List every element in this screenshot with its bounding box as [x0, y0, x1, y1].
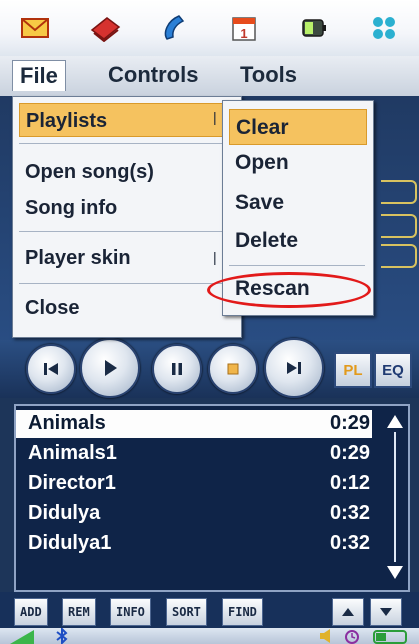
menu-item-label: Clear — [236, 116, 289, 139]
menu-item-label: Save — [235, 191, 285, 214]
menu-item-label: Open song(s) — [25, 161, 154, 183]
battery-icon[interactable] — [297, 11, 331, 45]
playlist-toggle-button[interactable]: PL — [334, 352, 372, 388]
track-duration: 0:32 — [329, 502, 370, 524]
menu-item-player-skin[interactable]: Player skin — [19, 241, 231, 275]
track-duration: 0:32 — [329, 532, 370, 554]
move-down-button[interactable] — [370, 598, 402, 626]
pause-icon — [172, 363, 182, 375]
playlist-row[interactable]: Animals1 0:29 — [16, 440, 372, 468]
bluetooth-icon — [56, 628, 68, 644]
envelope-icon[interactable] — [18, 11, 52, 45]
track-duration: 0:29 — [329, 412, 370, 434]
phone-icon[interactable] — [158, 11, 192, 45]
stop-icon — [227, 363, 239, 375]
playlist: Animals 0:29 Animals1 0:29 Director1 0:1… — [14, 404, 410, 592]
playlist-row[interactable]: Director1 0:12 — [16, 470, 372, 498]
menu-divider — [19, 143, 233, 144]
previous-icon — [44, 363, 58, 375]
submenu-item-delete[interactable]: Delete — [229, 223, 367, 259]
calendar-day-text: 1 — [241, 26, 248, 41]
submenu-arrow-icon: | — [213, 109, 217, 125]
track-name: Animals1 — [28, 442, 117, 464]
menu-bar: File Controls Tools — [0, 56, 419, 97]
add-button[interactable]: ADD — [14, 598, 48, 626]
menu-divider — [19, 283, 233, 284]
calendar-icon[interactable]: 1 — [227, 11, 261, 45]
track-duration: 0:29 — [329, 442, 370, 464]
book-icon[interactable] — [88, 11, 122, 45]
playlist-row[interactable]: Didulya 0:32 — [16, 500, 372, 528]
track-duration: 0:12 — [329, 472, 370, 494]
previous-track-button[interactable] — [26, 344, 76, 394]
menu-file[interactable]: File — [12, 60, 66, 91]
next-icon — [287, 362, 301, 374]
track-name: Animals — [28, 412, 106, 434]
panel-decoration — [381, 180, 417, 204]
menu-item-song-info[interactable]: Song info — [19, 191, 231, 225]
track-name: Didulya — [28, 502, 101, 524]
find-button[interactable]: FIND — [222, 598, 263, 626]
signal-strength-icon — [10, 630, 34, 644]
menu-item-label: Player skin — [25, 247, 131, 269]
menu-item-close[interactable]: Close — [19, 291, 231, 325]
file-menu-dropdown: Playlists | Open song(s) Song info Playe… — [12, 96, 242, 338]
remove-button[interactable]: REM — [62, 598, 96, 626]
menu-controls[interactable]: Controls — [108, 60, 198, 90]
track-name: Didulya1 — [28, 532, 112, 554]
battery-level-icon — [373, 630, 407, 644]
scroll-down-arrow-icon[interactable] — [384, 562, 406, 582]
submenu-item-open[interactable]: Open — [229, 145, 367, 181]
up-arrow-icon — [342, 608, 354, 616]
info-button[interactable]: INFO — [110, 598, 151, 626]
menu-item-label: Open — [235, 151, 289, 174]
track-name: Director1 — [28, 472, 116, 494]
menu-divider — [229, 265, 365, 266]
next-track-button[interactable] — [264, 338, 324, 398]
move-up-button[interactable] — [332, 598, 364, 626]
stop-button[interactable] — [208, 344, 258, 394]
panel-decoration — [381, 214, 417, 238]
submenu-arrow-icon: | — [213, 249, 217, 265]
playlist-row[interactable]: Animals 0:29 — [16, 410, 372, 438]
sort-button[interactable]: SORT — [166, 598, 207, 626]
menu-item-open-songs[interactable]: Open song(s) — [19, 155, 231, 189]
panel-decoration — [381, 244, 417, 268]
status-bar — [0, 628, 419, 644]
menu-item-label: Delete — [235, 229, 299, 252]
annotation-circle — [207, 272, 371, 308]
play-button[interactable] — [80, 338, 140, 398]
play-icon — [105, 360, 117, 376]
menu-tools[interactable]: Tools — [240, 60, 297, 90]
scroll-track[interactable] — [394, 432, 396, 562]
menu-item-label: Playlists — [26, 110, 108, 132]
volume-icon — [320, 629, 330, 643]
menu-item-label: Song info — [25, 197, 118, 219]
pause-button[interactable] — [152, 344, 202, 394]
apps-grid-icon[interactable] — [367, 11, 401, 45]
alarm-clock-icon — [345, 630, 359, 644]
menu-item-playlists[interactable]: Playlists — [19, 103, 231, 137]
menu-item-label: Close — [25, 297, 80, 319]
scroll-up-arrow-icon[interactable] — [384, 412, 406, 432]
menu-divider — [19, 231, 233, 232]
playlist-row[interactable]: Didulya1 0:32 — [16, 530, 372, 558]
submenu-item-clear[interactable]: Clear — [229, 109, 367, 145]
down-arrow-icon — [380, 608, 392, 616]
equalizer-toggle-button[interactable]: EQ — [374, 352, 412, 388]
submenu-item-save[interactable]: Save — [229, 185, 367, 221]
playlist-scrollbar[interactable] — [384, 412, 406, 584]
top-icon-bar: 1 — [0, 0, 419, 56]
